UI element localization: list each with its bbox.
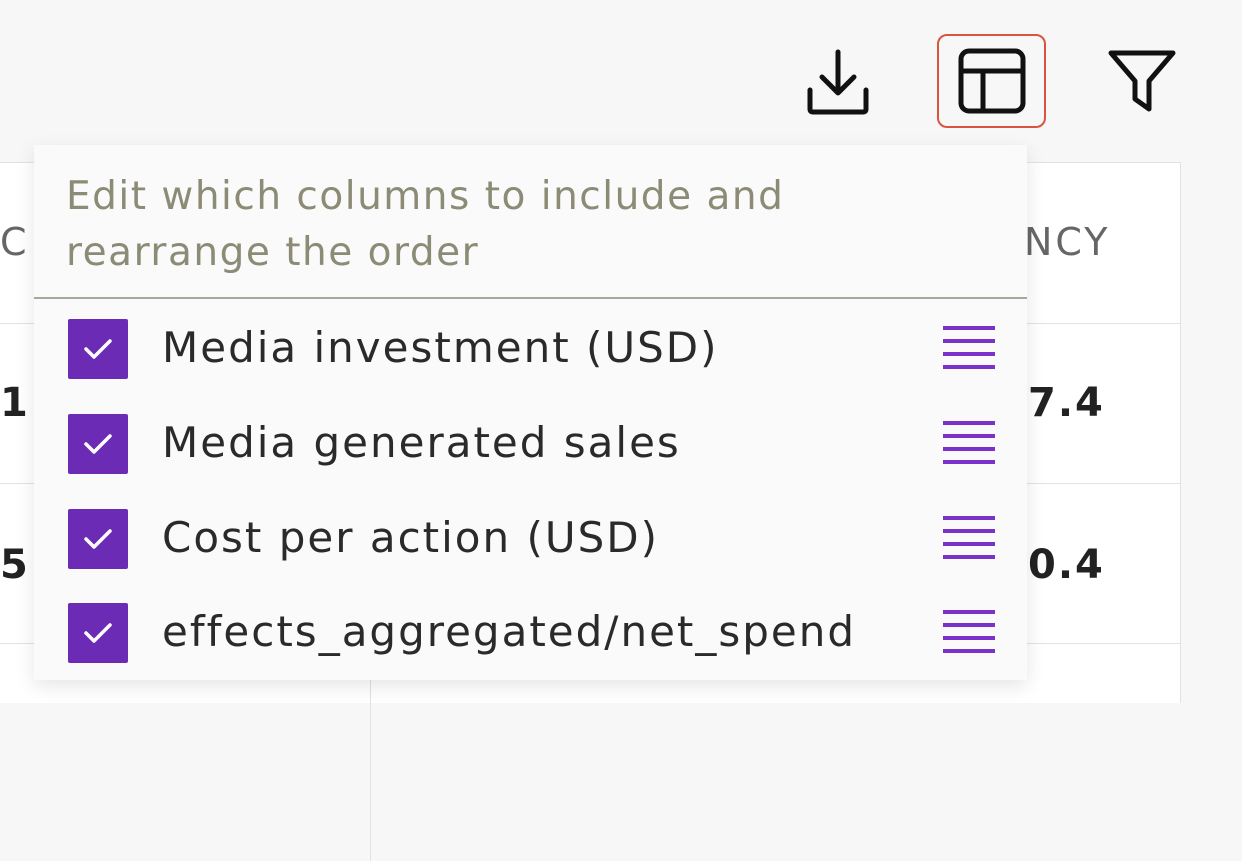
checkmark-icon [84, 434, 112, 454]
column-option-row[interactable]: Cost per action (USD) [34, 492, 1027, 586]
column-checkbox[interactable] [68, 319, 128, 379]
column-option-row[interactable]: Media investment (USD) [34, 302, 1027, 396]
column-option-row[interactable]: Media generated sales [34, 397, 1027, 491]
table-cell-fragment: 7.4 [1028, 380, 1105, 426]
column-label: Media generated sales [162, 418, 681, 467]
table-header-fragment: C [0, 220, 30, 264]
filter-icon [1108, 50, 1176, 112]
table-header-fragment: NCY [1024, 220, 1111, 264]
table-cell-fragment: 1 [0, 380, 30, 426]
edit-columns-button[interactable] [937, 34, 1046, 128]
column-checkbox[interactable] [68, 414, 128, 474]
download-icon [807, 49, 869, 115]
popover-header: Edit which columns to include and rearra… [34, 145, 1027, 299]
column-editor-instructions: Edit which columns to include and rearra… [66, 174, 785, 275]
filter-button[interactable] [1100, 38, 1184, 122]
drag-handle-icon[interactable] [940, 320, 998, 376]
column-checkbox[interactable] [68, 603, 128, 663]
drag-handle-icon[interactable] [940, 604, 998, 660]
column-editor-popover: Edit which columns to include and rearra… [34, 145, 1027, 680]
column-label: effects_aggregated/net_spend [162, 607, 857, 656]
checkmark-icon [84, 529, 112, 549]
column-label: Cost per action (USD) [162, 513, 659, 562]
drag-handle-icon[interactable] [940, 510, 998, 566]
checkmark-icon [84, 623, 112, 643]
table-cell-fragment: 0.4 [1028, 542, 1105, 588]
table-columns-icon [958, 48, 1025, 114]
drag-handle-icon[interactable] [940, 415, 998, 471]
checkmark-icon [84, 339, 112, 359]
column-label: Media investment (USD) [162, 323, 719, 372]
download-button[interactable] [798, 42, 878, 122]
table-cell-fragment: 5 [0, 542, 30, 588]
column-checkbox[interactable] [68, 509, 128, 569]
column-option-row[interactable]: effects_aggregated/net_spend [34, 586, 1027, 680]
